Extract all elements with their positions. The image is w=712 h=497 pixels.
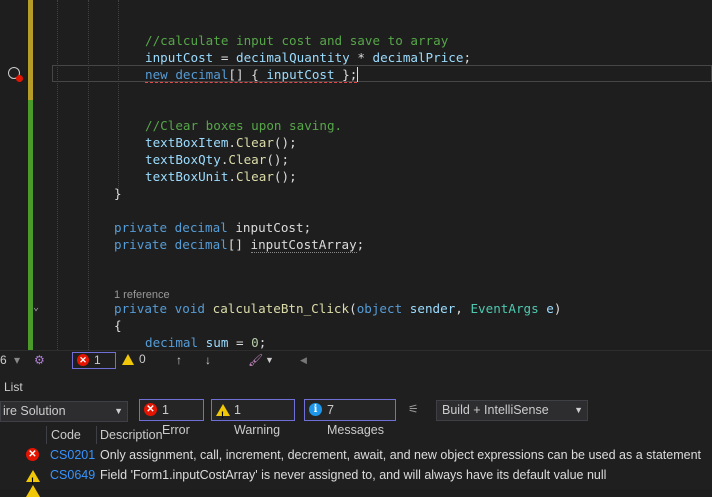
code-line[interactable]: decimal sum = 0; [145,334,266,350]
column-separator [46,426,47,444]
warning-count: 0 [139,352,146,366]
code-line[interactable]: inputCost = decimalQuantity * decimalPri… [145,49,471,66]
code-cleanup-dropdown-icon[interactable]: ▼ [265,355,274,365]
warning-count-button[interactable]: 0 [122,352,152,369]
error-icon: ✕ [26,448,39,461]
code-line[interactable]: textBoxItem.Clear(); [145,134,297,151]
lightbulb-error-icon[interactable] [8,67,23,82]
filter-toolbar-icon[interactable]: ⚟ [408,402,419,416]
chevron-down-icon: ▼ [574,405,583,415]
table-row[interactable]: ✕ CS0201 Only assignment, call, incremen… [0,445,712,465]
code-line[interactable]: } [114,185,122,202]
scroll-left-icon[interactable]: ◀ [300,355,307,366]
code-line[interactable]: private void calculateBtn_Click(object s… [114,300,561,317]
info-icon: i [309,403,322,416]
editor-status-bar: 6 ▾ ⚙ ✕ 1 0 ↑ ↓ 🖌 ▼ ◀ [0,350,712,372]
error-list-panel: List ire Solution ▼ ✕ 1 Error ! 1 Warnin… [0,371,712,497]
error-icon: ✕ [77,354,89,366]
error-description: Field 'Form1.inputCostArray' is never as… [100,468,607,482]
error-count-button[interactable]: ✕ 1 [72,352,116,369]
panel-title: List [4,380,23,394]
navigate-up-icon[interactable]: ↑ [176,353,182,367]
code-editor[interactable]: ⌄ //calculate input cost and save to arr… [0,0,712,350]
code-cleanup-icon[interactable]: 🖌 [248,353,263,367]
error-code-link[interactable]: CS0201 [50,445,95,465]
column-separator [96,426,97,444]
code-line[interactable]: private decimal[] inputCostArray; [114,236,364,253]
chevron-down-icon: ▼ [114,406,123,416]
build-option-value: Build + IntelliSense [442,403,549,417]
indent-guide [88,0,89,350]
error-code-link[interactable]: CS0649 [50,465,95,485]
messages-filter-label: 7 Messages [327,403,384,437]
warning-icon [122,354,134,365]
scope-value: ire Solution [3,404,66,418]
code-line[interactable]: //calculate input cost and save to array [145,32,448,49]
errors-filter-label: 1 Error [162,403,190,437]
code-line[interactable]: textBoxQty.Clear(); [145,151,289,168]
error-description: Only assignment, call, increment, decrem… [100,448,702,462]
errors-filter-button[interactable]: ✕ 1 Error [139,399,204,437]
scope-dropdown[interactable]: ire Solution ▼ [0,401,128,422]
code-line-with-error[interactable]: new decimal[] { inputCost }; [145,66,359,83]
column-header-description[interactable]: Description [100,426,163,444]
intellicode-icon[interactable]: ⚙ [34,353,45,367]
error-count: 1 [94,353,101,367]
warning-icon: ! [26,470,40,486]
code-line[interactable]: textBoxUnit.Clear(); [145,168,297,185]
warning-icon: ! [216,404,230,420]
warnings-filter-label: 1 Warning [234,403,281,437]
zoom-level[interactable]: 6 [0,353,7,367]
code-line[interactable]: { [114,317,122,334]
zoom-dropdown-icon[interactable]: ▾ [14,353,20,367]
navigate-down-icon[interactable]: ↓ [205,353,211,367]
code-line[interactable]: private decimal inputCost; [114,219,311,236]
change-indicator-unsaved [28,0,33,100]
warnings-filter-button[interactable]: ! 1 Warning [211,399,295,437]
column-header-code[interactable]: Code [51,426,81,444]
table-row[interactable]: ! CS0649 Field 'Form1.inputCostArray' is… [0,465,712,486]
error-icon: ✕ [144,403,157,416]
text-cursor [357,67,359,82]
collapse-chevron-icon[interactable]: ⌄ [33,302,39,313]
indent-guide [57,0,58,350]
build-intellisense-dropdown[interactable]: Build + IntelliSense ▼ [436,400,588,421]
warning-icon [26,485,40,497]
code-line[interactable]: //Clear boxes upon saving. [145,117,342,134]
messages-filter-button[interactable]: i 7 Messages [304,399,396,437]
indent-guide [118,0,119,190]
